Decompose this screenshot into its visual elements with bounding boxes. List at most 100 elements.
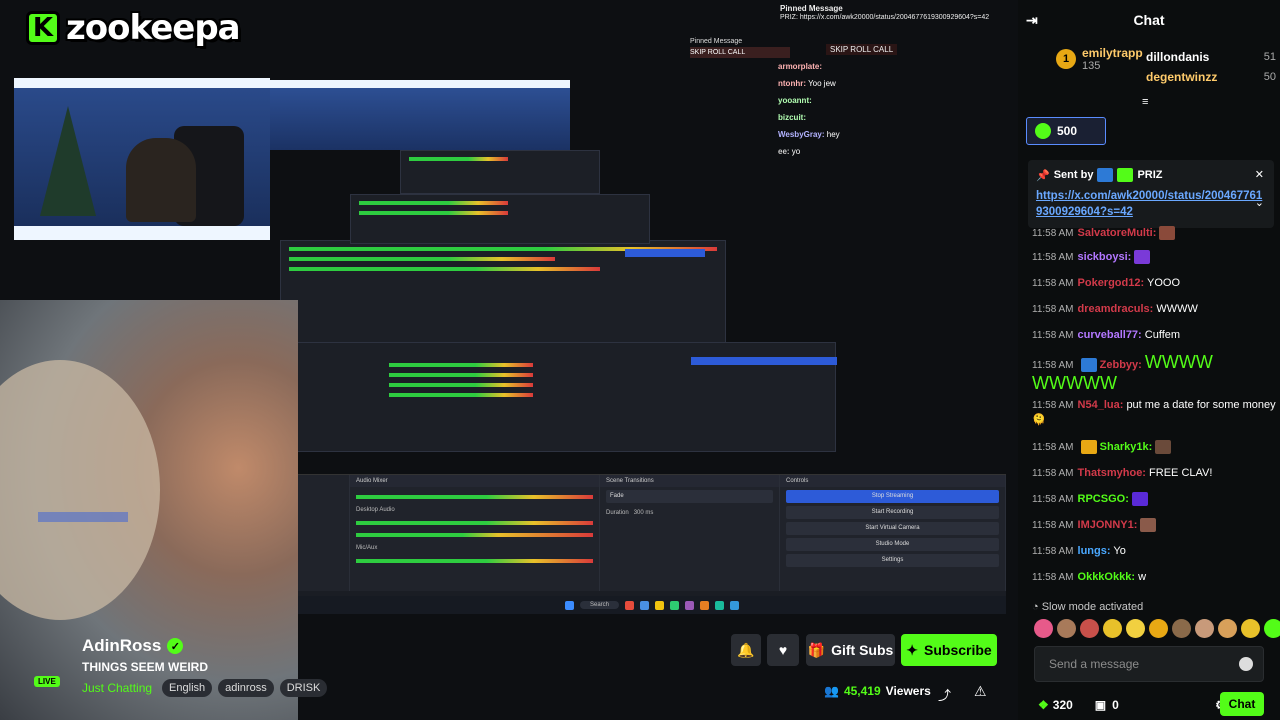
- chat-message: 11:58 AM RPCSGO:: [1032, 492, 1276, 507]
- emote-icon[interactable]: [1218, 619, 1237, 638]
- points-icon: ❖: [1038, 698, 1049, 712]
- obs-sources-column: [298, 475, 350, 591]
- emote-icon: [1134, 250, 1151, 265]
- chat-message: 11:58 AM OkkkOkkk: w: [1032, 571, 1147, 583]
- send-chat-button[interactable]: Chat: [1220, 692, 1264, 716]
- christmas-tree: [40, 106, 96, 216]
- leaderboard-entry[interactable]: dillondanis 51: [1146, 50, 1276, 64]
- chat-title: Chat: [1133, 12, 1165, 28]
- leaderboard-first[interactable]: 1 emilytrapp 135: [1056, 46, 1143, 72]
- emote-icon: [1131, 492, 1148, 507]
- overlay-mini-chat: armorplate: ntonhr: Yoo jew yooannt: biz…: [778, 62, 840, 156]
- emote-icon[interactable]: [1172, 619, 1191, 638]
- badge-icon: [1080, 440, 1097, 455]
- notification-bell-button[interactable]: 🔔: [731, 634, 761, 666]
- users-icon: 👥: [824, 684, 839, 698]
- subscribe-button[interactable]: ✦ Subscribe: [901, 634, 997, 666]
- verified-badge-icon: ✓: [167, 638, 184, 654]
- pin-icon: 📌: [1036, 169, 1050, 182]
- live-badge: LIVE: [34, 676, 60, 687]
- pinned-sender: 📌 Sent by PRIZ: [1036, 168, 1163, 182]
- chat-message: 11:58 AM Zebbyy: WWWW WWWWW: [1032, 352, 1213, 393]
- emote-icon: [1140, 518, 1157, 533]
- expand-leaderboard-icon[interactable]: ≡: [1142, 96, 1148, 108]
- emote-icon[interactable]: [1103, 619, 1122, 638]
- pinned-message: 📌 Sent by PRIZ https://x.com/awk20000/st…: [1028, 160, 1274, 228]
- taskbar-search: Search: [579, 601, 619, 609]
- app-root: K zookeepa Pinned Message SKIP ROLL CALL…: [0, 0, 1280, 720]
- badge-icon: [1080, 358, 1097, 373]
- stream-title: THINGS SEEM WEIRD: [82, 660, 209, 674]
- category-link[interactable]: Just Chatting: [82, 681, 152, 695]
- streamer-name[interactable]: AdinRoss ✓: [82, 636, 184, 656]
- overlay-pinned-message: Pinned Message PRIZ: https://x.com/awk20…: [780, 4, 990, 55]
- leaderboard: 1 emilytrapp 135 dillondanis 51 degentwi…: [1028, 40, 1276, 96]
- chat-message: 11:58 AM SalvatoreMulti:: [1032, 226, 1276, 241]
- unpin-icon[interactable]: ✕: [1255, 168, 1264, 181]
- follow-button[interactable]: ♥: [767, 634, 799, 666]
- emote-quickbar: [1034, 619, 1280, 638]
- chat-message: 11:58 AM sickboysi:: [1032, 250, 1276, 265]
- heart-icon: ♥: [778, 642, 788, 658]
- face-cam: [0, 300, 298, 720]
- pinned-link[interactable]: https://x.com/awk20000/status/2004677619…: [1036, 188, 1266, 220]
- emoji-picker-icon[interactable]: [1239, 657, 1253, 671]
- tag-chip[interactable]: English: [162, 679, 213, 697]
- obs-window-tinier: [400, 150, 600, 194]
- obs-controls: Controls Stop Streaming Start Recording …: [780, 475, 1006, 591]
- zookeepa-logo: K zookeepa: [26, 8, 241, 48]
- obs-window-medium: [280, 342, 837, 452]
- chat-message: 11:58 AM IMJONNY1:: [1032, 518, 1276, 533]
- emote-icon[interactable]: [1149, 619, 1168, 638]
- points-icon: [1035, 123, 1051, 139]
- emote-icon[interactable]: [1241, 619, 1260, 638]
- clock-icon: ◔: [1032, 601, 1039, 613]
- chat-message: 11:58 AM lungs: Yo: [1032, 545, 1126, 557]
- chat-message: 11:58 AM N54_lua: put me a date for some …: [1032, 399, 1276, 426]
- tag-chip[interactable]: adinross: [218, 679, 274, 697]
- badge-icon: [1097, 168, 1114, 182]
- report-icon[interactable]: ⚠: [974, 683, 987, 700]
- gift-icon: ▣: [1094, 698, 1107, 712]
- chat-header: ⇥ Chat: [1018, 0, 1280, 40]
- share-icon[interactable]: ⤴: [938, 685, 951, 704]
- webcam-overlay: [14, 78, 270, 240]
- emote-icon[interactable]: [1034, 619, 1053, 638]
- obs-scene-transitions: Scene Transitions Fade Duration 300 ms: [600, 475, 780, 591]
- windows-start-icon: [564, 600, 574, 610]
- emote-icon[interactable]: [1126, 619, 1145, 638]
- collapse-chat-icon[interactable]: ⇥: [1026, 12, 1038, 29]
- chat-message: 11:58 AM Thatsmyhoe: FREE CLAV!: [1032, 467, 1213, 479]
- chat-message: 11:58 AM Sharky1k:: [1032, 440, 1276, 455]
- obs-window-tiny: [350, 194, 650, 244]
- emote-icon: [1155, 440, 1172, 455]
- points-pill[interactable]: 500: [1026, 117, 1106, 145]
- emote-icon: [1159, 226, 1176, 241]
- chat-input[interactable]: Send a message: [1034, 646, 1264, 682]
- streamer-username[interactable]: AdinRoss: [82, 636, 161, 656]
- gift-icon: 🎁: [807, 641, 826, 658]
- chevron-down-icon[interactable]: ⌄: [1255, 196, 1264, 209]
- brand-wordmark: zookeepa: [66, 8, 241, 48]
- mini-pinned: Pinned Message SKIP ROLL CALL: [690, 36, 790, 58]
- chat-panel: ⇥ Chat 1 emilytrapp 135 dillondanis 51 d…: [1018, 0, 1280, 720]
- emote-icon[interactable]: [1057, 619, 1076, 638]
- viewer-count: 👥 45,419 Viewers: [824, 684, 931, 698]
- sparkle-icon: ✦: [906, 641, 919, 658]
- badge-icon: [1117, 168, 1134, 182]
- tag-chip[interactable]: DRISK: [279, 679, 328, 697]
- stream-tags: Just Chatting English adinross DRISK: [82, 679, 328, 697]
- bell-icon: 🔔: [737, 641, 755, 658]
- leaderboard-entry[interactable]: degentwinzz 50: [1146, 70, 1276, 84]
- gift-subs-button[interactable]: 🎁 Gift Subs: [806, 634, 895, 666]
- windows-taskbar: Search: [298, 596, 1006, 614]
- obs-dock-panel: Audio Mixer Desktop Audio Mic/Aux Scene …: [298, 474, 1006, 614]
- kick-logo-icon: K: [26, 11, 60, 45]
- emote-icon[interactable]: [1080, 619, 1099, 638]
- rank-badge: 1: [1056, 49, 1076, 69]
- chat-message: 11:58 AM curveball77: Cuffem: [1032, 329, 1181, 341]
- emote-icon[interactable]: [1264, 619, 1280, 638]
- emote-icon[interactable]: [1195, 619, 1214, 638]
- video-player[interactable]: K zookeepa Pinned Message SKIP ROLL CALL…: [0, 0, 1018, 720]
- chat-message: 11:58 AM Pokergod12: YOOO: [1032, 277, 1181, 289]
